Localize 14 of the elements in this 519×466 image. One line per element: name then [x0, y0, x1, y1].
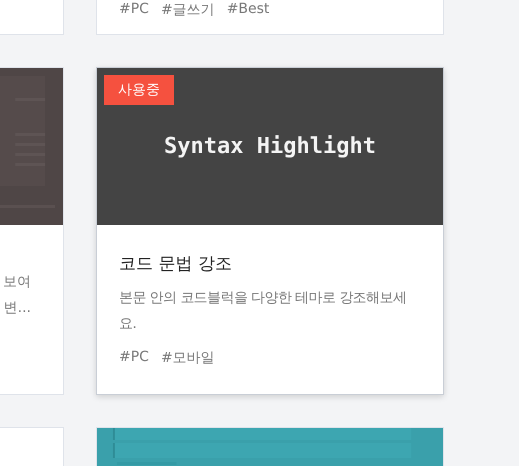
card-description: 변...: [4, 299, 31, 318]
tag[interactable]: #글쓰기: [160, 1, 215, 19]
status-badge: 사용중: [104, 75, 174, 105]
card[interactable]: Syntax Highlight 사용중 코드 문법 강조 본문 안의 코드블럭을 다양한 테마로 강조해보세요. #PC #모바일: [96, 67, 444, 395]
card-title: 코드 문법 강조: [119, 253, 233, 275]
card[interactable]: #PC #글쓰기 #Best: [96, 0, 444, 35]
banner-title: Syntax Highlight: [164, 134, 376, 159]
tag[interactable]: #모바일: [160, 349, 215, 367]
tag[interactable]: #PC: [119, 349, 149, 367]
card-description: 본문 안의 코드블럭을 다양한 테마로 강조해보세요.: [119, 289, 408, 334]
tag[interactable]: #PC: [119, 1, 149, 19]
card[interactable]: 보여 변...: [0, 67, 64, 395]
tag[interactable]: #Best: [226, 1, 270, 19]
card-description: 보여: [3, 273, 31, 292]
